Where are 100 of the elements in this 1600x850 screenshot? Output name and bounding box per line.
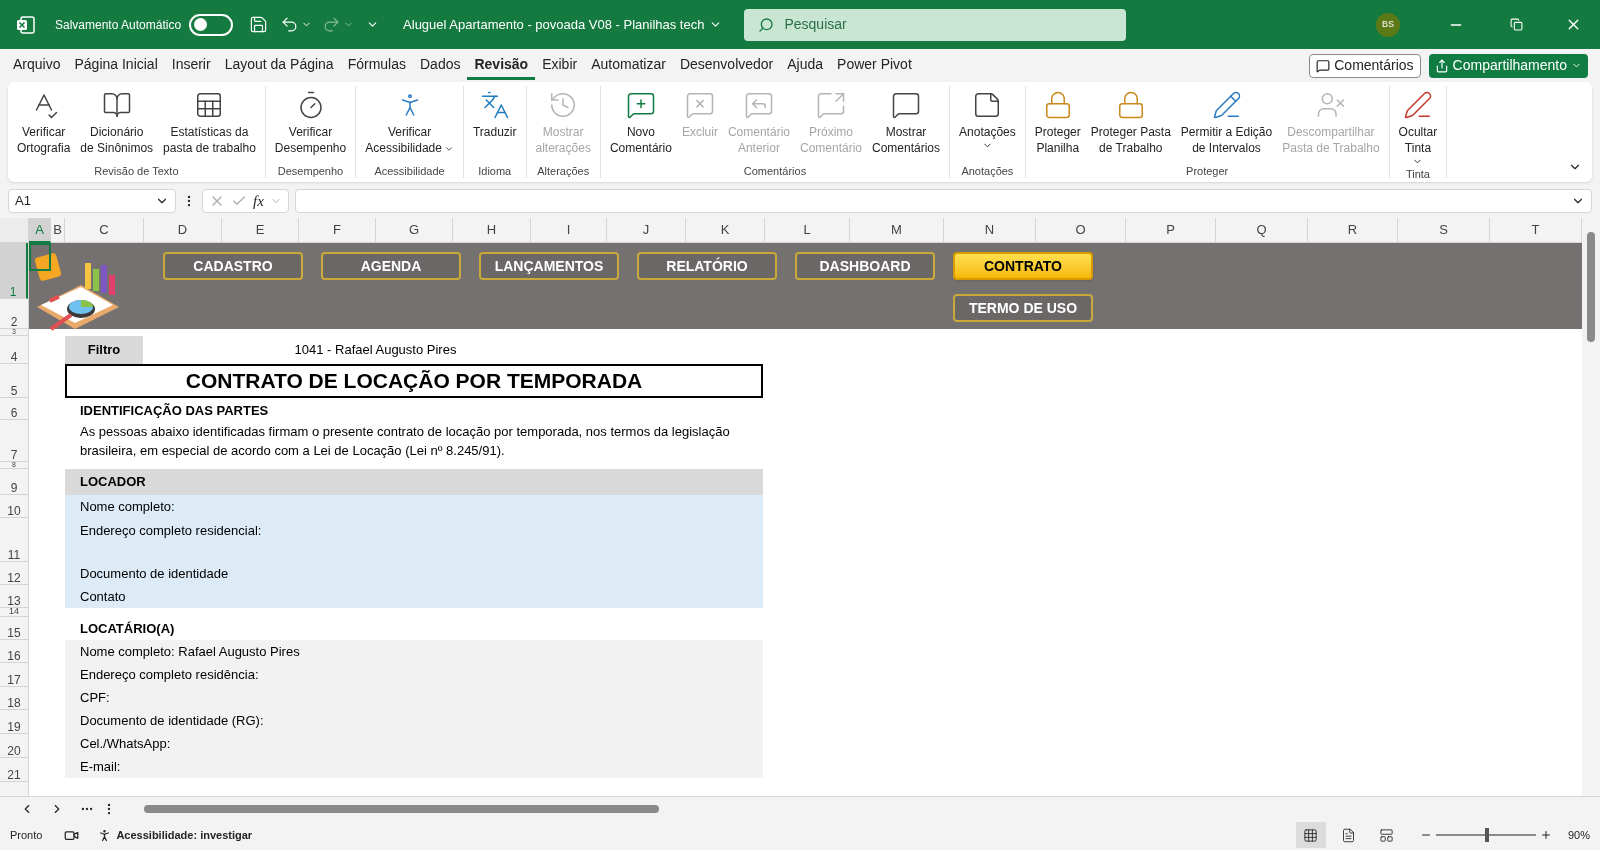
menu-tab[interactable]: Página Inicial — [67, 51, 165, 80]
formula-input[interactable] — [294, 189, 1592, 213]
ribbon-button[interactable]: Ocultar Tinta — [1393, 86, 1443, 167]
zoom-thumb[interactable] — [1484, 828, 1489, 842]
ribbon-button[interactable]: Dicionário de Sinônimos — [75, 86, 159, 164]
menu-tab[interactable]: Dados — [413, 51, 468, 80]
row-header[interactable]: 2 — [0, 299, 28, 329]
comment-x-icon — [684, 90, 715, 120]
contract-title: CONTRATO DE LOCAÇÃO POR TEMPORADA — [65, 364, 763, 398]
user-avatar[interactable]: BS — [1376, 12, 1400, 37]
row-header[interactable]: 5 — [0, 364, 28, 398]
ribbon-group-label: Comentários — [742, 164, 808, 178]
comment-reply-icon — [743, 90, 774, 120]
row-header[interactable]: 20 — [0, 734, 28, 758]
layout-icon — [1379, 827, 1395, 843]
menu-tab[interactable]: Desenvolvedor — [672, 51, 781, 80]
search-icon — [758, 16, 775, 33]
nav-button[interactable]: RELATÓRIO — [637, 252, 777, 280]
ribbon-button[interactable]: Mostrar Comentários — [867, 86, 946, 164]
ribbon-group-label: Anotações — [960, 164, 1015, 178]
row-header[interactable]: 13 — [0, 585, 28, 608]
menu-tab[interactable]: Power Pivot — [830, 51, 919, 80]
row-header[interactable]: 12 — [0, 562, 28, 585]
ribbon-group-label: Revisão de Texto — [93, 164, 180, 178]
menu-tab[interactable]: Ajuda — [780, 51, 831, 80]
row-header[interactable]: 16 — [0, 640, 28, 663]
menu-tab[interactable]: Automatizar — [584, 51, 673, 80]
field-label: Documento de identidade — [80, 564, 229, 583]
ribbon-button[interactable]: Proteger Planilha — [1029, 86, 1086, 164]
nav-button[interactable]: TERMO DE USO — [953, 294, 1093, 322]
menu-tab[interactable]: Revisão — [467, 51, 536, 80]
row-header[interactable]: 19 — [0, 710, 28, 734]
ribbon-group-label: Alterações — [536, 164, 591, 178]
field-label: Cel./WhatsApp: — [80, 734, 171, 753]
share-button[interactable]: Compartilhamento — [1428, 53, 1588, 78]
page-icon — [1341, 827, 1357, 843]
row-header[interactable]: 4 — [0, 336, 28, 364]
ribbon-group-label: Tinta — [1404, 167, 1431, 181]
nav-button[interactable]: DASHBOARD — [795, 252, 935, 280]
menu-tab[interactable]: Inserir — [164, 51, 218, 80]
save-icon[interactable] — [249, 15, 269, 34]
row-header[interactable]: 21 — [0, 758, 28, 782]
nav-button[interactable]: CONTRATO — [953, 252, 1093, 280]
comment-icon — [1316, 58, 1331, 73]
menu-tab[interactable]: Layout da Página — [217, 51, 341, 80]
ribbon-button[interactable]: Verificar Acessibilidade — [360, 86, 459, 164]
pen-icon — [1402, 90, 1433, 120]
search-input[interactable]: Pesquisar — [784, 14, 1085, 35]
row-header[interactable]: 10 — [0, 495, 28, 518]
ribbon-button[interactable]: Verificar Desempenho — [269, 86, 352, 164]
row-header[interactable]: 9 — [0, 469, 28, 495]
accessibility-status[interactable]: Acessibilidade: investigar — [116, 826, 253, 844]
ribbon-group-label: Proteger — [1185, 164, 1230, 178]
zoom-level[interactable]: 90% — [1567, 826, 1590, 844]
field-label: Endereço completo residencial: — [80, 522, 262, 540]
filter-value[interactable]: 1041 - Rafael Augusto Pires — [143, 340, 608, 360]
ribbon-button[interactable]: Anotações — [954, 86, 1021, 164]
row-header[interactable]: 15 — [0, 617, 28, 640]
zoom-in-icon[interactable] — [1539, 829, 1552, 841]
comments-button[interactable]: Comentários — [1309, 53, 1421, 78]
user-x-icon — [1315, 90, 1346, 120]
field-label: E-mail: — [80, 757, 121, 776]
ribbon-group-label: Acessibilidade — [373, 164, 446, 178]
nav-button[interactable]: CADASTRO — [163, 252, 303, 280]
grid-icon — [1303, 827, 1319, 843]
ribbon-button[interactable]: Novo Comentário — [604, 86, 677, 164]
translate-icon — [479, 90, 510, 120]
row-header[interactable]: 1 — [0, 243, 28, 299]
section-heading: LOCADOR — [80, 473, 146, 492]
document-title[interactable]: Aluguel Apartamento - povoada V08 - Planilhas tech — [403, 14, 723, 35]
zoom-slider[interactable] — [1435, 828, 1536, 842]
ribbon-button[interactable]: Proteger Pasta de Trabalho — [1085, 86, 1176, 164]
menu-tab[interactable]: Exibir — [535, 51, 585, 80]
status-text: Pronto — [10, 827, 43, 843]
insert-function-button[interactable]: fx — [253, 189, 264, 213]
vertical-scrollbar[interactable] — [1582, 218, 1600, 796]
row-header[interactable]: 6 — [0, 398, 28, 420]
row-header[interactable]: 17 — [0, 663, 28, 687]
view-button[interactable] — [1295, 822, 1326, 848]
column-header[interactable]: A — [29, 218, 51, 243]
ribbon-button[interactable]: Permitir a Edição de Intervalos — [1175, 86, 1278, 164]
menu-tab[interactable]: Fórmulas — [340, 51, 413, 80]
name-box[interactable]: A1 — [8, 189, 176, 213]
ribbon-button[interactable]: Verificar Ortografia — [12, 86, 76, 164]
field-label: Endereço completo residência: — [80, 665, 259, 684]
ribbon-button[interactable]: Traduzir — [467, 86, 522, 164]
menu-tab[interactable]: Arquivo — [6, 51, 68, 80]
search-field[interactable]: Pesquisar — [744, 8, 1127, 41]
field-label: Documento de identidade (RG): — [80, 711, 264, 730]
row-header[interactable]: 14 — [0, 608, 28, 617]
row-header[interactable]: 7 — [0, 420, 28, 462]
autosave-toggle[interactable] — [189, 13, 234, 36]
comment-icon — [891, 90, 921, 120]
ribbon-button[interactable]: Estatísticas da pasta de trabalho — [158, 86, 261, 164]
nav-button[interactable]: LANÇAMENTOS — [479, 252, 619, 280]
row-header[interactable]: 18 — [0, 687, 28, 710]
row-header[interactable]: 11 — [0, 518, 28, 562]
comment-plus-icon — [625, 90, 656, 120]
restore-icon[interactable] — [1510, 18, 1523, 31]
nav-button[interactable]: AGENDA — [321, 252, 461, 280]
